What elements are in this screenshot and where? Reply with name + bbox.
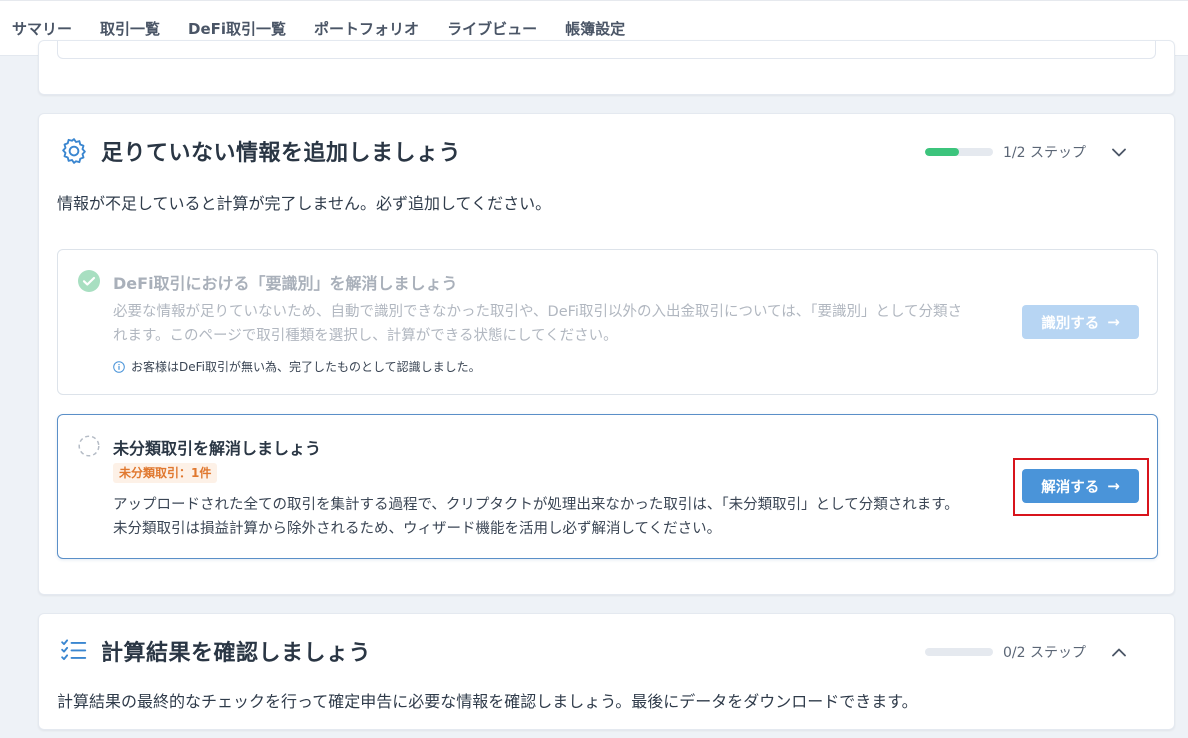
resolve-button-label: 解消する: [1041, 479, 1100, 496]
missing-info-title: 足りていない情報を追加しましょう: [101, 141, 462, 166]
unclassified-task-body: アップロードされた全ての取引を集計する過程で、クリプタクトが処理出来なかった取引…: [113, 497, 959, 537]
result-check-progress: 0/2 ステップ: [925, 642, 1128, 662]
result-check-header: 計算結果を確認しましょう 0/2 ステップ: [59, 636, 1154, 666]
nav-ledger-settings[interactable]: 帳簿設定: [565, 18, 625, 39]
identify-button[interactable]: 識別する →: [1022, 305, 1139, 339]
gear-icon: [59, 136, 89, 166]
progress-bar: [925, 648, 994, 656]
result-check-card: 計算結果を確認しましょう 0/2 ステップ 計算結果の最終的なチェックを行って確…: [38, 613, 1175, 730]
defi-task-body: 必要な情報が足りていないため、自動で識別できなかった取引や、DeFi取引以外の入…: [113, 304, 963, 344]
missing-info-description: 情報が不足していると計算が完了しません。必ず追加してください。: [57, 194, 552, 213]
chevron-down-icon[interactable]: [1110, 143, 1128, 161]
missing-info-header: 足りていない情報を追加しましょう 1/2 ステップ: [59, 136, 1154, 166]
pending-circle-icon: [78, 435, 100, 457]
unclassified-count-badge: 未分類取引：1件: [113, 463, 218, 483]
identify-button-label: 識別する: [1041, 315, 1100, 332]
nav-transactions[interactable]: 取引一覧: [100, 18, 160, 39]
nav-live-view[interactable]: ライブビュー: [447, 18, 537, 39]
nav-defi-transactions[interactable]: DeFi取引一覧: [188, 18, 286, 39]
missing-info-progress: 1/2 ステップ: [925, 142, 1128, 162]
arrow-right-icon: →: [1107, 477, 1120, 495]
defi-task-note: お客様はDeFi取引が無い為、完了したものとして認識しました。: [113, 358, 481, 375]
previous-step-inner-edge: [57, 41, 1156, 59]
info-icon: [113, 360, 125, 373]
defi-task-card: DeFi取引における「要識別」を解消しましょう 必要な情報が足りていないため、自…: [57, 249, 1158, 395]
checklist-icon: [59, 636, 89, 666]
result-check-description: 計算結果の最終的なチェックを行って確定申告に必要な情報を確認しましょう。最後にデ…: [57, 692, 918, 711]
chevron-up-icon[interactable]: [1110, 643, 1128, 661]
arrow-right-icon: →: [1107, 313, 1120, 331]
progress-text: 1/2 ステップ: [1003, 145, 1086, 161]
progress-fill: [925, 148, 960, 156]
progress-bar: [925, 148, 994, 156]
defi-task-note-text: お客様はDeFi取引が無い為、完了したものとして認識しました。: [131, 360, 481, 374]
defi-task-title: DeFi取引における「要識別」を解消しましょう: [113, 274, 458, 293]
resolve-button[interactable]: 解消する →: [1022, 469, 1139, 503]
unclassified-task-card: 未分類取引を解消しましょう 未分類取引：1件 アップロードされた全ての取引を集計…: [57, 414, 1158, 559]
progress-text: 0/2 ステップ: [1003, 645, 1086, 661]
unclassified-task-title: 未分類取引を解消しましょう: [113, 439, 322, 458]
result-check-title: 計算結果を確認しましょう: [101, 641, 372, 666]
previous-step-card: [38, 40, 1175, 95]
missing-info-card: 足りていない情報を追加しましょう 1/2 ステップ 情報が不足していると計算が完…: [38, 113, 1175, 595]
nav-summary[interactable]: サマリー: [12, 18, 72, 39]
check-circle-icon: [78, 270, 100, 292]
nav-portfolio[interactable]: ポートフォリオ: [314, 18, 419, 39]
